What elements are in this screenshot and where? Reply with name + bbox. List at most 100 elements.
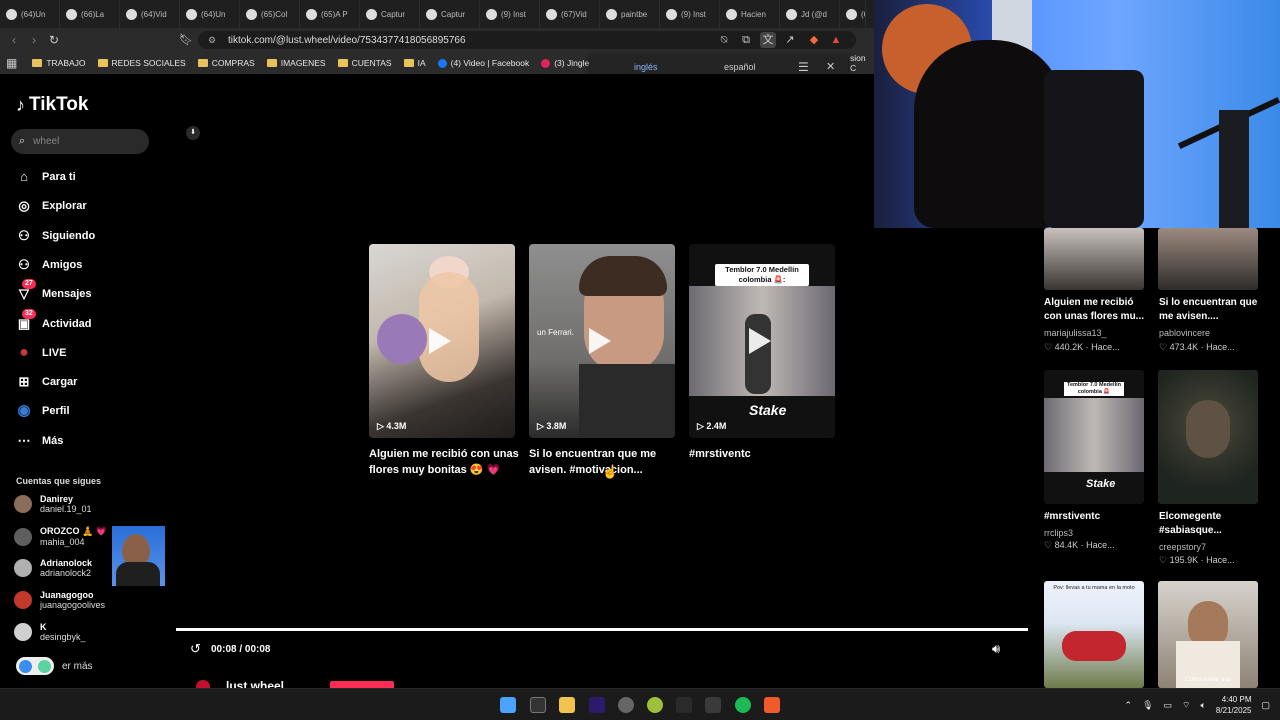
- site-info-icon[interactable]: ⚙︎: [208, 35, 218, 46]
- widgets-icon[interactable]: [530, 697, 546, 713]
- bookmark-item[interactable]: (4) Video | Facebook: [433, 58, 535, 68]
- browser-tab[interactable]: (64)Un: [180, 0, 240, 28]
- speaker-icon[interactable]: 🔈︎: [1200, 700, 1205, 711]
- video-card-2[interactable]: un Ferrari. ▷ 3.8M: [529, 244, 675, 438]
- related-thumb-5[interactable]: Pov: llevas a tu mama en la moto: [1044, 581, 1144, 688]
- notifications-icon[interactable]: ▢: [1261, 700, 1270, 711]
- browser-tab[interactable]: (9) Inst: [660, 0, 720, 28]
- video-title-1[interactable]: Alguien me recibió con unas flores muy b…: [369, 446, 519, 478]
- related-author-2[interactable]: pablovincere: [1159, 328, 1210, 338]
- overlay-widget[interactable]: [16, 657, 54, 675]
- search-input[interactable]: ⌕ wheel: [11, 129, 149, 154]
- browser-tab[interactable]: (65)Col: [240, 0, 300, 28]
- following-account[interactable]: OROZCO 🧘 💗 mahia_004: [14, 526, 107, 547]
- nav-item-more[interactable]: ⋯ Más: [16, 433, 64, 449]
- browser-tab[interactable]: Captur: [360, 0, 420, 28]
- wifi-icon[interactable]: ⌔: [1182, 700, 1190, 711]
- related-author-3[interactable]: rrclips3: [1044, 528, 1073, 538]
- capcut-icon[interactable]: [676, 697, 692, 713]
- spotify-icon[interactable]: [735, 697, 751, 713]
- related-thumb-1[interactable]: [1044, 228, 1144, 290]
- forward-icon[interactable]: ›: [24, 33, 44, 47]
- related-title-4[interactable]: Elcomegente #sabiasque...: [1159, 510, 1269, 538]
- replay-icon[interactable]: ↺: [190, 641, 201, 657]
- browser-tab[interactable]: (64)Vid: [120, 0, 180, 28]
- pin-icon[interactable]: ⬇: [186, 126, 200, 140]
- clock[interactable]: 4:40 PM 8/21/2025: [1216, 694, 1252, 716]
- file-explorer-icon[interactable]: [559, 697, 575, 713]
- related-title-1[interactable]: Alguien me recibió con unas flores mu...: [1044, 296, 1154, 324]
- bookmark-item[interactable]: CUENTAS: [333, 58, 397, 68]
- video-card-1[interactable]: ▷ 4.3M: [369, 244, 515, 438]
- bookmark-item[interactable]: IMAGENES: [262, 58, 331, 68]
- related-title-2[interactable]: Si lo encuentran que me avisen....: [1159, 296, 1269, 324]
- related-title-3[interactable]: #mrstiventc: [1044, 510, 1154, 524]
- related-author-4[interactable]: creepstory7: [1159, 542, 1206, 552]
- browser-tab[interactable]: (67)Vid: [540, 0, 600, 28]
- no-tracking-icon[interactable]: ⍉: [716, 32, 732, 48]
- nav-item-activity[interactable]: ▣ 32 Actividad: [16, 308, 92, 332]
- chevron-up-icon[interactable]: ⌃: [1125, 700, 1133, 711]
- apps-grid-icon[interactable]: ▦: [6, 56, 17, 70]
- video-title-3[interactable]: #mrstiventc: [689, 446, 839, 462]
- close-icon[interactable]: ✕: [826, 60, 835, 73]
- rewards-icon[interactable]: ▲: [828, 32, 844, 48]
- bookmark-icon[interactable]: 🔖︎: [178, 32, 194, 48]
- following-account[interactable]: Juanagogoo juanagogoolives: [14, 590, 105, 610]
- browser-tab[interactable]: (64)Un: [0, 0, 60, 28]
- lang-spanish-tab[interactable]: español: [724, 62, 756, 72]
- open-external-icon[interactable]: ⧉: [738, 32, 754, 48]
- terminal-icon[interactable]: [705, 697, 721, 713]
- share-icon[interactable]: ↗: [782, 32, 798, 48]
- related-thumb-4[interactable]: [1158, 370, 1258, 504]
- back-icon[interactable]: ‹: [4, 33, 24, 47]
- mic-icon[interactable]: 🎙︎: [1142, 700, 1153, 711]
- browser-tab[interactable]: (66)La: [60, 0, 120, 28]
- lang-english-tab[interactable]: inglés: [634, 62, 658, 72]
- nav-item-compass[interactable]: ◎ Explorar: [16, 198, 86, 214]
- related-thumb-3[interactable]: Temblor 7.0 Medellín colombia 🚨 Stake: [1044, 370, 1144, 504]
- obs-icon[interactable]: [618, 697, 634, 713]
- bookmark-overflow-label[interactable]: sion C: [850, 53, 874, 73]
- nav-item-friends[interactable]: ⚇ Amigos: [16, 257, 82, 273]
- browser-tab[interactable]: (9) Inst: [480, 0, 540, 28]
- see-more-link[interactable]: er más: [16, 657, 93, 675]
- translate-icon[interactable]: 文: [760, 32, 776, 48]
- browser-tab[interactable]: (6: [840, 0, 866, 28]
- following-account[interactable]: Danirey daniel.19_01: [14, 494, 92, 514]
- browser-tab[interactable]: Captur: [420, 0, 480, 28]
- nav-item-live[interactable]: ● LIVE: [16, 344, 66, 361]
- browser-tab[interactable]: paintbe: [600, 0, 660, 28]
- app-icon[interactable]: [647, 697, 663, 713]
- related-author-1[interactable]: mariajulissa13_: [1044, 328, 1107, 338]
- nav-item-messages[interactable]: ▽ 27 Mensajes: [16, 279, 92, 302]
- related-thumb-2[interactable]: [1158, 228, 1258, 290]
- bookmark-item[interactable]: IA: [399, 58, 431, 68]
- browser-tab[interactable]: (65)A P: [300, 0, 360, 28]
- nav-item-following[interactable]: ⚇ Siguiendo: [16, 228, 95, 244]
- following-account[interactable]: Kdesingbyk_: [14, 622, 86, 642]
- bookmark-item[interactable]: REDES SOCIALES: [93, 58, 191, 68]
- nav-item-profile[interactable]: ◉ Perfil: [16, 403, 69, 419]
- volume-icon[interactable]: 🔊︎: [992, 641, 1000, 657]
- menu-icon[interactable]: ☰: [798, 60, 809, 74]
- video-card-3[interactable]: Temblor 7.0 Medellín colombia 🚨: Stake ▷…: [689, 244, 835, 438]
- url-field[interactable]: ⚙︎ tiktok.com/@lust.wheel/video/75343774…: [198, 31, 856, 49]
- author-avatar[interactable]: [196, 680, 210, 688]
- nav-item-home[interactable]: ⌂ Para ti: [16, 169, 76, 185]
- tiktok-logo[interactable]: ♪ TikTok: [16, 94, 88, 116]
- brave-shield-icon[interactable]: ◆: [806, 32, 822, 48]
- reload-icon[interactable]: ↻: [44, 33, 64, 47]
- bookmark-item[interactable]: COMPRAS: [193, 58, 260, 68]
- following-account[interactable]: Adrianolock adrianolock2: [14, 558, 92, 578]
- video-progress-bar[interactable]: [176, 628, 1028, 631]
- browser-tab[interactable]: Hacien: [720, 0, 780, 28]
- windows-start-icon[interactable]: [500, 697, 516, 713]
- browser-tab[interactable]: Jd (@d: [780, 0, 840, 28]
- nav-item-upload[interactable]: ⊞ Cargar: [16, 374, 78, 390]
- related-thumb-6[interactable]: Como cuidar a tu: [1158, 581, 1258, 688]
- bookmark-item[interactable]: TRABAJO: [27, 58, 90, 68]
- network-icon[interactable]: ▭: [1164, 700, 1173, 711]
- premiere-icon[interactable]: [589, 697, 605, 713]
- brave-browser-icon[interactable]: [764, 697, 780, 713]
